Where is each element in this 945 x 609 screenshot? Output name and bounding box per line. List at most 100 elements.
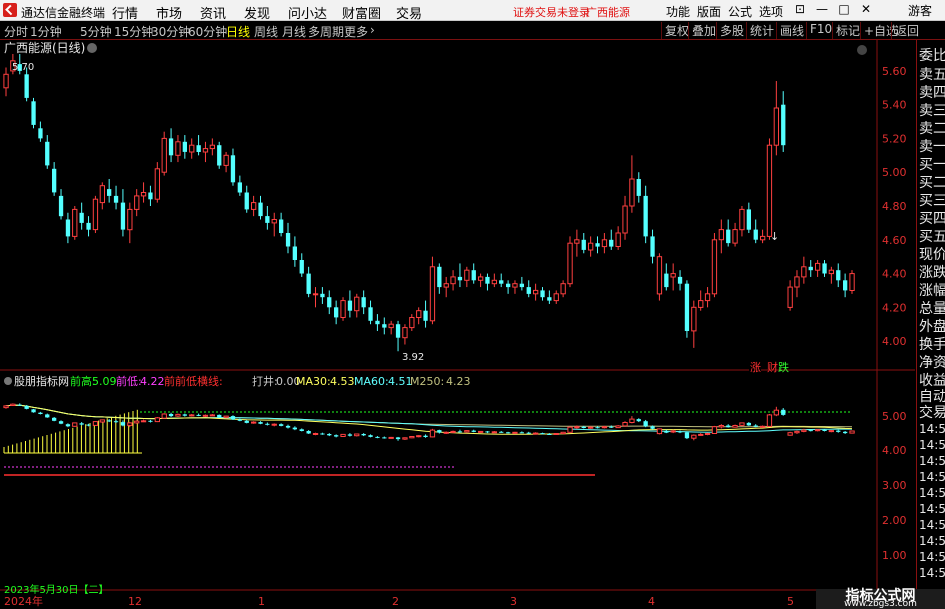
candle-body bbox=[636, 179, 641, 196]
menu-gongneng[interactable]: 功能 bbox=[666, 3, 690, 20]
menu-caifuquan[interactable]: 财富圈 bbox=[342, 3, 381, 22]
period-daily[interactable]: 日线 bbox=[226, 23, 250, 40]
maximize-icon[interactable]: □ bbox=[834, 2, 854, 18]
app-title: 通达信金融终端 bbox=[21, 6, 106, 20]
menu-banmian[interactable]: 版面 bbox=[697, 3, 721, 20]
tool-f10[interactable]: F10 bbox=[806, 22, 832, 39]
ind-candle-body bbox=[822, 429, 827, 431]
menu-faxian[interactable]: 发现 bbox=[244, 3, 270, 22]
badge-die[interactable]: 跌 bbox=[778, 360, 789, 374]
menu-zixun[interactable]: 资讯 bbox=[200, 3, 226, 22]
legend-ma30-label: MA30: bbox=[296, 375, 331, 388]
ind-candle-body bbox=[581, 426, 586, 428]
period-1min[interactable]: 1分钟 bbox=[30, 23, 62, 40]
quote-label: 卖一 bbox=[919, 139, 945, 155]
menu-gongshi[interactable]: 公式 bbox=[728, 3, 752, 20]
menu-hangqing[interactable]: 行情 bbox=[112, 3, 138, 22]
candle-body bbox=[395, 324, 401, 338]
candle-body bbox=[801, 266, 807, 278]
menu-wenxiaoda[interactable]: 问小达 bbox=[288, 3, 327, 22]
ind-candle-body bbox=[746, 422, 751, 426]
ind-candle-body bbox=[732, 425, 738, 428]
minimize-icon[interactable]: — bbox=[812, 2, 832, 18]
candle-body bbox=[107, 189, 112, 196]
candle-body bbox=[45, 141, 50, 166]
candle-body bbox=[196, 145, 201, 152]
lock-icon[interactable]: ⊡ bbox=[790, 2, 810, 18]
menu-xuanxiang[interactable]: 选项 bbox=[759, 3, 783, 20]
period-weekly[interactable]: 周线 bbox=[254, 23, 278, 40]
badge-cai[interactable]: 财 bbox=[767, 360, 778, 374]
period-monthly[interactable]: 月线 bbox=[282, 23, 306, 40]
period-15min[interactable]: 15分钟 bbox=[114, 23, 153, 40]
period-5min[interactable]: 5分钟 bbox=[80, 23, 112, 40]
tool-fuquan[interactable]: 复权 bbox=[661, 22, 689, 39]
ind-candle-body bbox=[760, 425, 766, 428]
candle-body bbox=[540, 290, 545, 298]
quote-label: 买三 bbox=[919, 193, 945, 209]
ind-candle-body bbox=[161, 413, 167, 419]
tool-diejia[interactable]: 叠加 bbox=[688, 22, 716, 39]
ind-candle-body bbox=[540, 433, 545, 435]
candle-body bbox=[773, 107, 780, 146]
tool-biaoji[interactable]: 标记 bbox=[832, 22, 860, 39]
badge-zhang[interactable]: 涨 bbox=[750, 361, 761, 374]
tool-duogu[interactable]: 多股 bbox=[716, 22, 744, 39]
y-tick: 4.40 bbox=[882, 268, 907, 281]
tool-fanhui[interactable]: 返回 bbox=[891, 22, 919, 39]
candle-body bbox=[650, 236, 655, 257]
ind-candle-body bbox=[271, 423, 277, 426]
candle-body bbox=[787, 286, 793, 308]
period-30min[interactable]: 30分钟 bbox=[151, 23, 190, 40]
tool-huaxian[interactable]: 画线 bbox=[776, 22, 804, 39]
candle-body bbox=[31, 101, 36, 125]
ind-candle-body bbox=[209, 414, 215, 417]
candle-body bbox=[732, 229, 738, 244]
candle-body bbox=[450, 276, 456, 285]
period-multi[interactable]: 多周期 bbox=[308, 23, 344, 40]
ind-y-tick: 4.00 bbox=[882, 444, 907, 457]
ind-candle-body bbox=[828, 430, 835, 433]
candle-body bbox=[526, 287, 531, 294]
ind-candle-body bbox=[437, 430, 442, 433]
quote-label: 卖三 bbox=[919, 103, 945, 119]
quote-label: 卖四 bbox=[919, 85, 945, 101]
ind-candle-body bbox=[849, 430, 855, 434]
trade-label[interactable]: 交易 bbox=[919, 402, 945, 422]
indicator-settings-icon[interactable] bbox=[4, 377, 12, 385]
chart-settings-icon[interactable] bbox=[87, 43, 97, 53]
quote-label: 买四 bbox=[919, 211, 945, 227]
period-fenshi[interactable]: 分时 bbox=[4, 23, 28, 40]
ind-candle-body bbox=[443, 431, 449, 434]
candle-body bbox=[92, 198, 99, 231]
ind-candle-body bbox=[485, 431, 490, 433]
candle-body bbox=[781, 104, 786, 146]
candle-body bbox=[306, 273, 311, 294]
chart-close-icon[interactable] bbox=[857, 45, 867, 55]
chart-area[interactable]: 广西能源(日线) 5.60 5.40 5.20 5.00 4.80 4.60 4… bbox=[0, 40, 915, 609]
ind-candle-body bbox=[533, 432, 539, 435]
tool-tongji[interactable]: 统计 bbox=[746, 22, 774, 39]
ind-candle-body bbox=[643, 421, 648, 427]
trade-time: 14:56 bbox=[919, 550, 945, 564]
ind-candle-body bbox=[691, 434, 697, 439]
quote-label: 涨跌 bbox=[919, 265, 945, 281]
guest-button[interactable]: 游客 bbox=[896, 2, 944, 19]
trade-time: 14:56 bbox=[919, 534, 945, 548]
menu-jiaoyi[interactable]: 交易 bbox=[396, 3, 422, 22]
ind-candle-body bbox=[45, 414, 50, 418]
chevron-right-icon[interactable]: › bbox=[370, 23, 375, 37]
candle-body bbox=[320, 293, 325, 298]
ind-candle-body bbox=[726, 425, 731, 428]
candle-body bbox=[388, 323, 394, 329]
trade-time: 14:56 bbox=[919, 438, 945, 452]
login-warning[interactable]: 证券交易未登录 bbox=[513, 4, 590, 20]
candle-body bbox=[533, 289, 539, 295]
period-more[interactable]: 更多 bbox=[344, 23, 368, 40]
close-icon[interactable]: ✕ bbox=[856, 2, 876, 18]
period-60min[interactable]: 60分钟 bbox=[188, 23, 227, 40]
candle-body bbox=[794, 276, 800, 288]
candle-body bbox=[58, 195, 64, 217]
menu-shichang[interactable]: 市场 bbox=[156, 3, 182, 22]
ind-candle-body bbox=[429, 429, 436, 438]
